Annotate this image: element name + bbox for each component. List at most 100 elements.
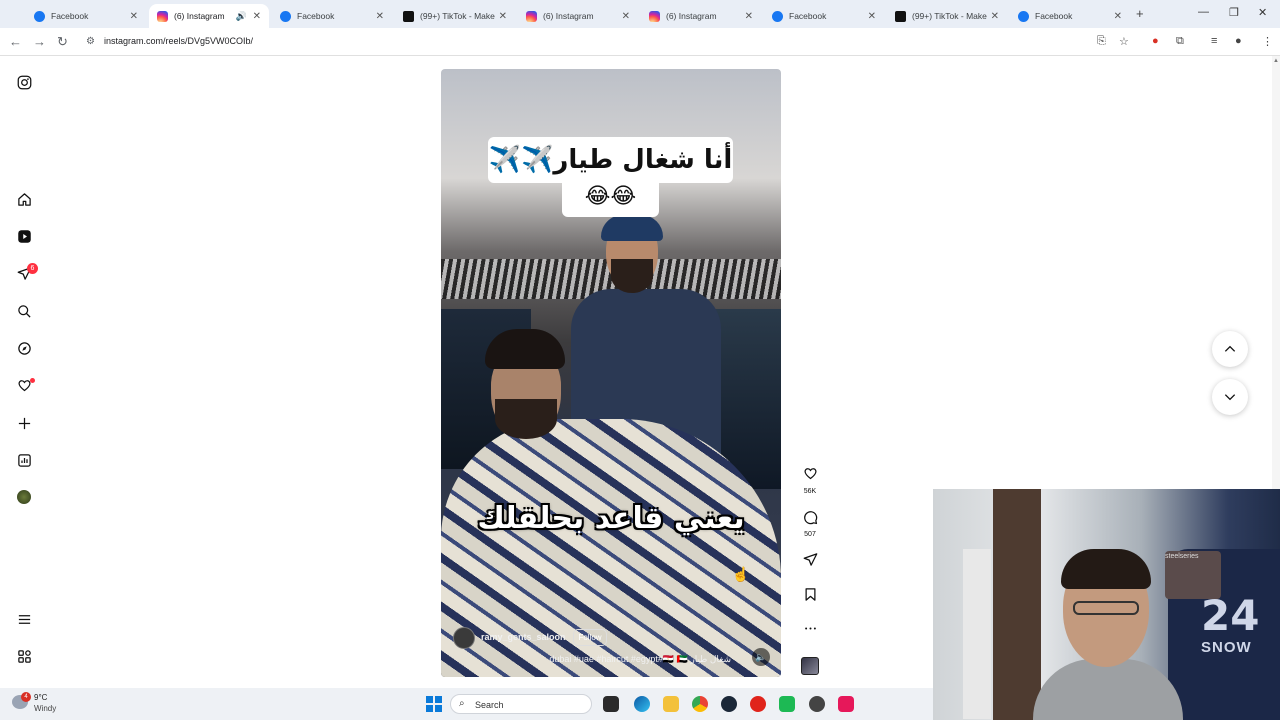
profile-avatar-icon[interactable]: ● [1235,35,1242,47]
close-tab-icon[interactable]: ✕ [622,11,630,22]
app-icon-dark[interactable] [809,696,825,712]
notifications-dot [30,378,35,383]
taskbar-search[interactable]: ⌕ Search [450,694,592,714]
tab-instagram-active[interactable]: (6) Instagram 🔊 ✕ [149,4,269,28]
restore-icon[interactable]: ❐ [1229,6,1239,19]
mute-toggle-icon[interactable]: 🔈 [752,648,770,666]
author-username[interactable]: ramy_gents_saloon [481,632,566,642]
reel-description[interactable]: dubai #uae #haircut #egypt#🇪🇬 🇦🇪 شغال طي… [461,654,731,665]
scroll-up-arrow-icon[interactable]: ▲ [1272,58,1280,64]
messages-badge: 6 [27,263,38,274]
tab-facebook-4[interactable]: Facebook ✕ [1010,4,1130,28]
close-tab-icon[interactable]: ✕ [868,11,876,22]
close-tab-icon[interactable]: ✕ [253,11,261,22]
install-app-icon[interactable]: ⎘ [1097,35,1106,48]
jersey-number: 24 [1201,591,1260,640]
bookmark-star-icon[interactable]: ☆ [1119,35,1129,48]
explore-icon[interactable] [14,338,34,358]
client-figure [481,329,571,439]
app-icon-pink[interactable] [838,696,854,712]
close-tab-icon[interactable]: ✕ [130,11,138,22]
close-tab-icon[interactable]: ✕ [745,11,753,22]
close-tab-icon[interactable]: ✕ [499,11,507,22]
weather-description[interactable]: Windy [34,704,56,713]
extensions-icon[interactable]: ⧉ [1176,35,1184,48]
share-icon[interactable] [801,552,819,571]
reel-video[interactable]: أنا شغال طيار✈️✈️ 😂😂 يعني قاعد بحلقلك ☝ … [441,69,781,677]
tab-facebook-2[interactable]: Facebook ✕ [272,4,392,28]
forward-icon[interactable]: → [33,34,46,49]
like-icon[interactable] [801,466,819,485]
instagram-logo-icon[interactable] [14,72,34,92]
create-icon[interactable] [14,413,34,433]
windows-start-icon[interactable] [426,696,442,712]
tab-facebook-3[interactable]: Facebook ✕ [764,4,884,28]
facebook-icon [280,10,291,22]
like-count: 56K [803,488,817,495]
more-menu-icon[interactable] [14,609,34,629]
author-avatar[interactable] [453,627,475,649]
tiktok-icon [403,10,414,22]
close-tab-icon[interactable]: ✕ [991,11,999,22]
webcam-overlay: steelseries 24 SNOW [933,489,1280,720]
previous-reel-button[interactable] [1212,331,1248,367]
chevron-up-icon [1224,345,1236,352]
weather-badge: 4 [21,692,31,702]
opera-icon[interactable]: ● [1152,35,1159,47]
facebook-icon [1018,10,1029,22]
new-tab-button[interactable]: + [1136,6,1144,21]
search-icon: ⌕ [459,698,465,709]
follow-button[interactable]: Follow [573,629,607,646]
tab-tiktok-2[interactable]: (99+) TikTok - Make Y ✕ [887,4,1007,28]
back-icon[interactable]: ← [9,34,22,49]
tab-tiktok-1[interactable]: (99+) TikTok - Make Y ✕ [395,4,515,28]
browser-menu-icon[interactable]: ⋮ [1262,35,1273,48]
more-options-icon[interactable] [801,621,819,640]
site-info-icon[interactable]: ⚙ [86,36,95,47]
next-reel-button[interactable] [1212,379,1248,415]
close-tab-icon[interactable]: ✕ [376,11,384,22]
windows-taskbar: 4 9°C Windy ⌕ Search [0,688,933,720]
chevron-down-icon [1224,394,1236,401]
task-view-icon[interactable] [603,696,619,712]
search-icon[interactable] [14,301,34,321]
reel-subtitle: يعني قاعد بحلقلك [477,501,745,536]
weather-temperature[interactable]: 9°C [34,693,47,702]
minimize-icon[interactable]: — [1198,6,1209,18]
tiktok-icon [895,10,906,22]
dashboard-icon[interactable] [14,450,34,470]
close-tab-icon[interactable]: ✕ [1114,11,1122,22]
facebook-icon [34,10,45,22]
opera-gx-icon[interactable] [750,696,766,712]
app-icon-green[interactable] [779,696,795,712]
chrome-icon[interactable] [692,696,708,712]
also-from-meta-icon[interactable] [14,646,34,666]
speaker-icon[interactable]: 🔊 [236,11,247,22]
reels-icon[interactable] [14,226,34,246]
speaker-brand-text: steelseries [1165,553,1199,560]
reload-icon[interactable]: ↻ [57,34,68,50]
facebook-icon [772,10,783,22]
steam-icon[interactable] [721,696,737,712]
instagram-icon [526,10,537,22]
profile-avatar[interactable] [17,490,31,504]
address-bar[interactable]: ⚙ instagram.com/reels/DVg5VW0COIb/ [78,31,1088,53]
original-audio-thumbnail[interactable] [801,657,819,675]
tab-instagram-3[interactable]: (6) Instagram ✕ [641,4,761,28]
browser-toolbar: ← → ↻ ⚙ instagram.com/reels/DVg5VW0COIb/… [0,28,1280,56]
edge-icon[interactable] [634,696,650,712]
instagram-icon [157,10,168,22]
comment-icon[interactable] [801,510,819,529]
url-text: instagram.com/reels/DVg5VW0COIb/ [104,36,254,46]
window-close-icon[interactable]: ✕ [1258,6,1267,19]
save-bookmark-icon[interactable] [801,587,819,606]
media-control-icon[interactable]: ≡ [1211,35,1217,47]
jersey-text: SNOW [1201,639,1252,656]
home-icon[interactable] [14,189,34,209]
file-explorer-icon[interactable] [663,696,679,712]
instagram-icon [649,10,660,22]
tab-instagram-2[interactable]: (6) Instagram ✕ [518,4,638,28]
mouse-cursor-icon: ☝ [732,566,750,582]
tab-strip: Facebook ✕ (6) Instagram 🔊 ✕ Facebook ✕ … [0,0,1280,28]
tab-facebook-1[interactable]: Facebook ✕ [26,4,146,28]
